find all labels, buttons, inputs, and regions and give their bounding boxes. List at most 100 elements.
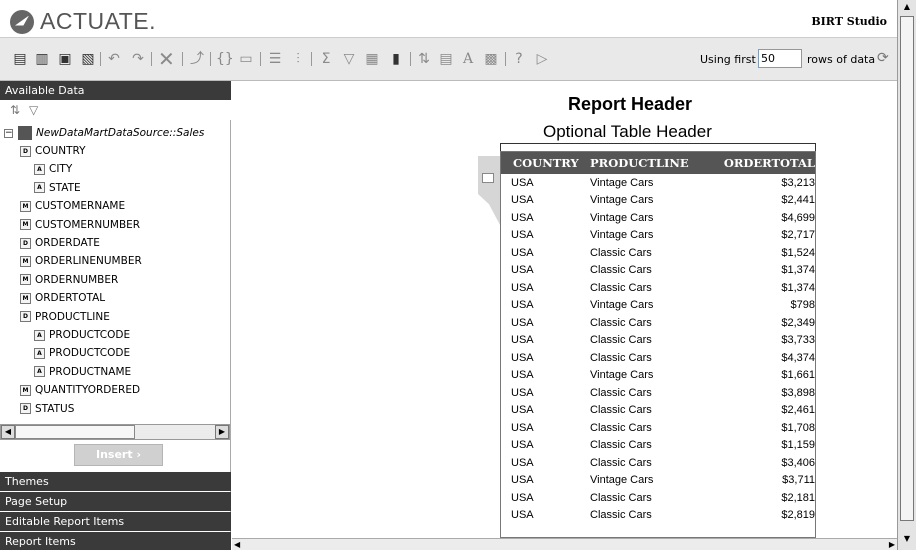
scroll-right-icon[interactable]: ▶ (215, 425, 229, 439)
cell-ordertotal: $1,524 (781, 246, 815, 259)
run-icon[interactable]: ▷ (534, 51, 550, 67)
table-row[interactable]: USA Classic Cars $2,819 (501, 507, 815, 525)
tree-item[interactable]: A PRODUCTNAME (34, 363, 131, 381)
delete-icon[interactable]: ✕ (158, 49, 175, 69)
sort-icon[interactable]: ⫶ (290, 51, 306, 67)
editable-report-items-header[interactable]: Editable Report Items (0, 512, 231, 531)
report-items-header[interactable]: Report Items (0, 532, 231, 550)
scroll-up-icon[interactable]: ▲ (900, 2, 914, 14)
canvas-horizontal-scrollbar[interactable]: ◀ ▶ (232, 538, 897, 550)
table-row[interactable]: USA Vintage Cars $1,661 (501, 367, 815, 385)
scroll-thumb[interactable] (900, 16, 914, 521)
cell-country: USA (511, 264, 534, 277)
scroll-thumb[interactable] (15, 425, 135, 439)
column-header-productline[interactable]: PRODUCTLINE (590, 156, 708, 170)
table-row[interactable]: USA Classic Cars $1,374 (501, 279, 815, 297)
vertical-scrollbar[interactable]: ▲ ▼ (897, 0, 916, 550)
table-row[interactable]: USA Vintage Cars $2,441 (501, 192, 815, 210)
table-row[interactable]: USA Classic Cars $1,159 (501, 437, 815, 455)
open-report-icon[interactable]: ▥ (34, 51, 50, 67)
tree-item[interactable]: D ORDERDATE (20, 234, 100, 252)
left-panel: Available Data ⇅ ▽ − NewDataMartDataSour… (0, 81, 231, 550)
tree-root[interactable]: − NewDataMartDataSource::Sales (4, 124, 204, 142)
help-icon[interactable]: ? (511, 51, 527, 67)
sort-icon[interactable]: ⇅ (10, 103, 20, 117)
collapse-icon[interactable]: − (4, 128, 13, 138)
tree-item[interactable]: A CITY (34, 160, 72, 178)
tree-item[interactable]: D COUNTRY (20, 142, 86, 160)
undo-icon[interactable]: ↶ (106, 51, 122, 67)
toolbar-separator (410, 52, 411, 66)
cell-productline: Classic Cars (590, 386, 652, 399)
layout-icon[interactable]: ▭ (238, 51, 254, 67)
themes-header[interactable]: Themes (0, 472, 231, 491)
scroll-right-icon[interactable]: ▶ (889, 540, 895, 549)
tree-item[interactable]: A PRODUCTCODE (34, 326, 130, 344)
filter-icon[interactable]: ▽ (341, 51, 357, 67)
group-icon[interactable]: ☰ (267, 51, 283, 67)
table-tab[interactable] (478, 156, 500, 225)
table-row[interactable]: USA Classic Cars $3,406 (501, 454, 815, 472)
cell-ordertotal: $3,898 (781, 386, 815, 399)
tree-item[interactable]: M QUANTITYORDERED (20, 381, 140, 399)
aggregation-icon[interactable]: Σ (318, 51, 334, 67)
redo-icon[interactable]: ↷ (130, 51, 146, 67)
table-row[interactable]: USA Vintage Cars $4,699 (501, 209, 815, 227)
tree-item-label: ORDERTOTAL (35, 292, 106, 305)
report-header[interactable]: Report Header (568, 94, 692, 115)
attribute-icon: A (34, 347, 45, 359)
save-icon[interactable]: ▣ (57, 51, 73, 67)
computed-column-icon[interactable]: {} (216, 51, 234, 67)
cell-productline: Vintage Cars (590, 176, 654, 189)
tree-item[interactable]: M ORDERNUMBER (20, 271, 118, 289)
table-row[interactable]: USA Classic Cars $3,733 (501, 332, 815, 350)
conditional-format-icon[interactable]: ▩ (483, 51, 499, 67)
column-header-ordertotal[interactable]: ORDERTOTAL (708, 156, 815, 170)
tree-item[interactable]: M CUSTOMERNAME (20, 197, 125, 215)
filter-icon[interactable]: ▽ (29, 103, 38, 117)
table-row[interactable]: USA Classic Cars $1,374 (501, 262, 815, 280)
tree-item[interactable]: A PRODUCTCODE (34, 344, 130, 362)
table-row[interactable]: USA Classic Cars $2,181 (501, 489, 815, 507)
save-as-icon[interactable]: ▧ (80, 51, 96, 67)
tree-item[interactable]: M ORDERTOTAL (20, 289, 105, 307)
column-header-country[interactable]: COUNTRY (501, 156, 590, 170)
scroll-left-icon[interactable]: ◀ (1, 425, 15, 439)
scroll-down-icon[interactable]: ▼ (900, 534, 914, 546)
table-row[interactable]: USA Classic Cars $1,708 (501, 419, 815, 437)
refresh-icon[interactable]: ⟳ (877, 50, 889, 66)
available-data-header[interactable]: Available Data (0, 81, 231, 100)
tree-item[interactable]: D STATUS (20, 400, 74, 418)
table-row[interactable]: USA Vintage Cars $3,711 (501, 472, 815, 490)
chart-icon[interactable]: ▮ (388, 51, 404, 67)
table-header[interactable]: Optional Table Header (543, 122, 712, 142)
column-order-icon[interactable]: ⇅ (416, 51, 432, 67)
crosstab-icon[interactable]: ▦ (364, 51, 380, 67)
dimension-icon: D (20, 237, 31, 249)
left-horizontal-scrollbar[interactable]: ◀ ▶ (0, 424, 230, 440)
table-row[interactable]: USA Classic Cars $2,349 (501, 314, 815, 332)
font-icon[interactable]: A (460, 51, 476, 67)
tree-item[interactable]: M ORDERLINENUMBER (20, 252, 142, 270)
tree-item[interactable]: A STATE (34, 179, 81, 197)
table-row[interactable]: USA Classic Cars $2,461 (501, 402, 815, 420)
page-setup-header[interactable]: Page Setup (0, 492, 231, 511)
tree-item-label: CUSTOMERNAME (35, 200, 126, 213)
table-row[interactable]: USA Vintage Cars $798 (501, 297, 815, 315)
table-row[interactable]: USA Classic Cars $4,374 (501, 349, 815, 367)
table-row[interactable]: USA Vintage Cars $3,213 (501, 174, 815, 192)
table-row[interactable]: USA Classic Cars $3,898 (501, 384, 815, 402)
insert-button[interactable]: Insert › (74, 444, 163, 466)
table-row[interactable]: USA Classic Cars $1,524 (501, 244, 815, 262)
cell-productline: Classic Cars (590, 351, 652, 364)
scroll-left-icon[interactable]: ◀ (234, 540, 240, 549)
rows-input[interactable] (758, 49, 802, 68)
insert-icon[interactable]: ⤴ (189, 51, 205, 67)
format-icon[interactable]: ▤ (438, 51, 454, 67)
table-row[interactable]: USA Vintage Cars $2,717 (501, 227, 815, 245)
tree-item[interactable]: M CUSTOMERNUMBER (20, 216, 140, 234)
tree-item-label: CITY (49, 163, 73, 176)
cell-productline: Classic Cars (590, 491, 652, 504)
new-report-icon[interactable]: ▤ (12, 51, 28, 67)
tree-item[interactable]: D PRODUCTLINE (20, 308, 110, 326)
